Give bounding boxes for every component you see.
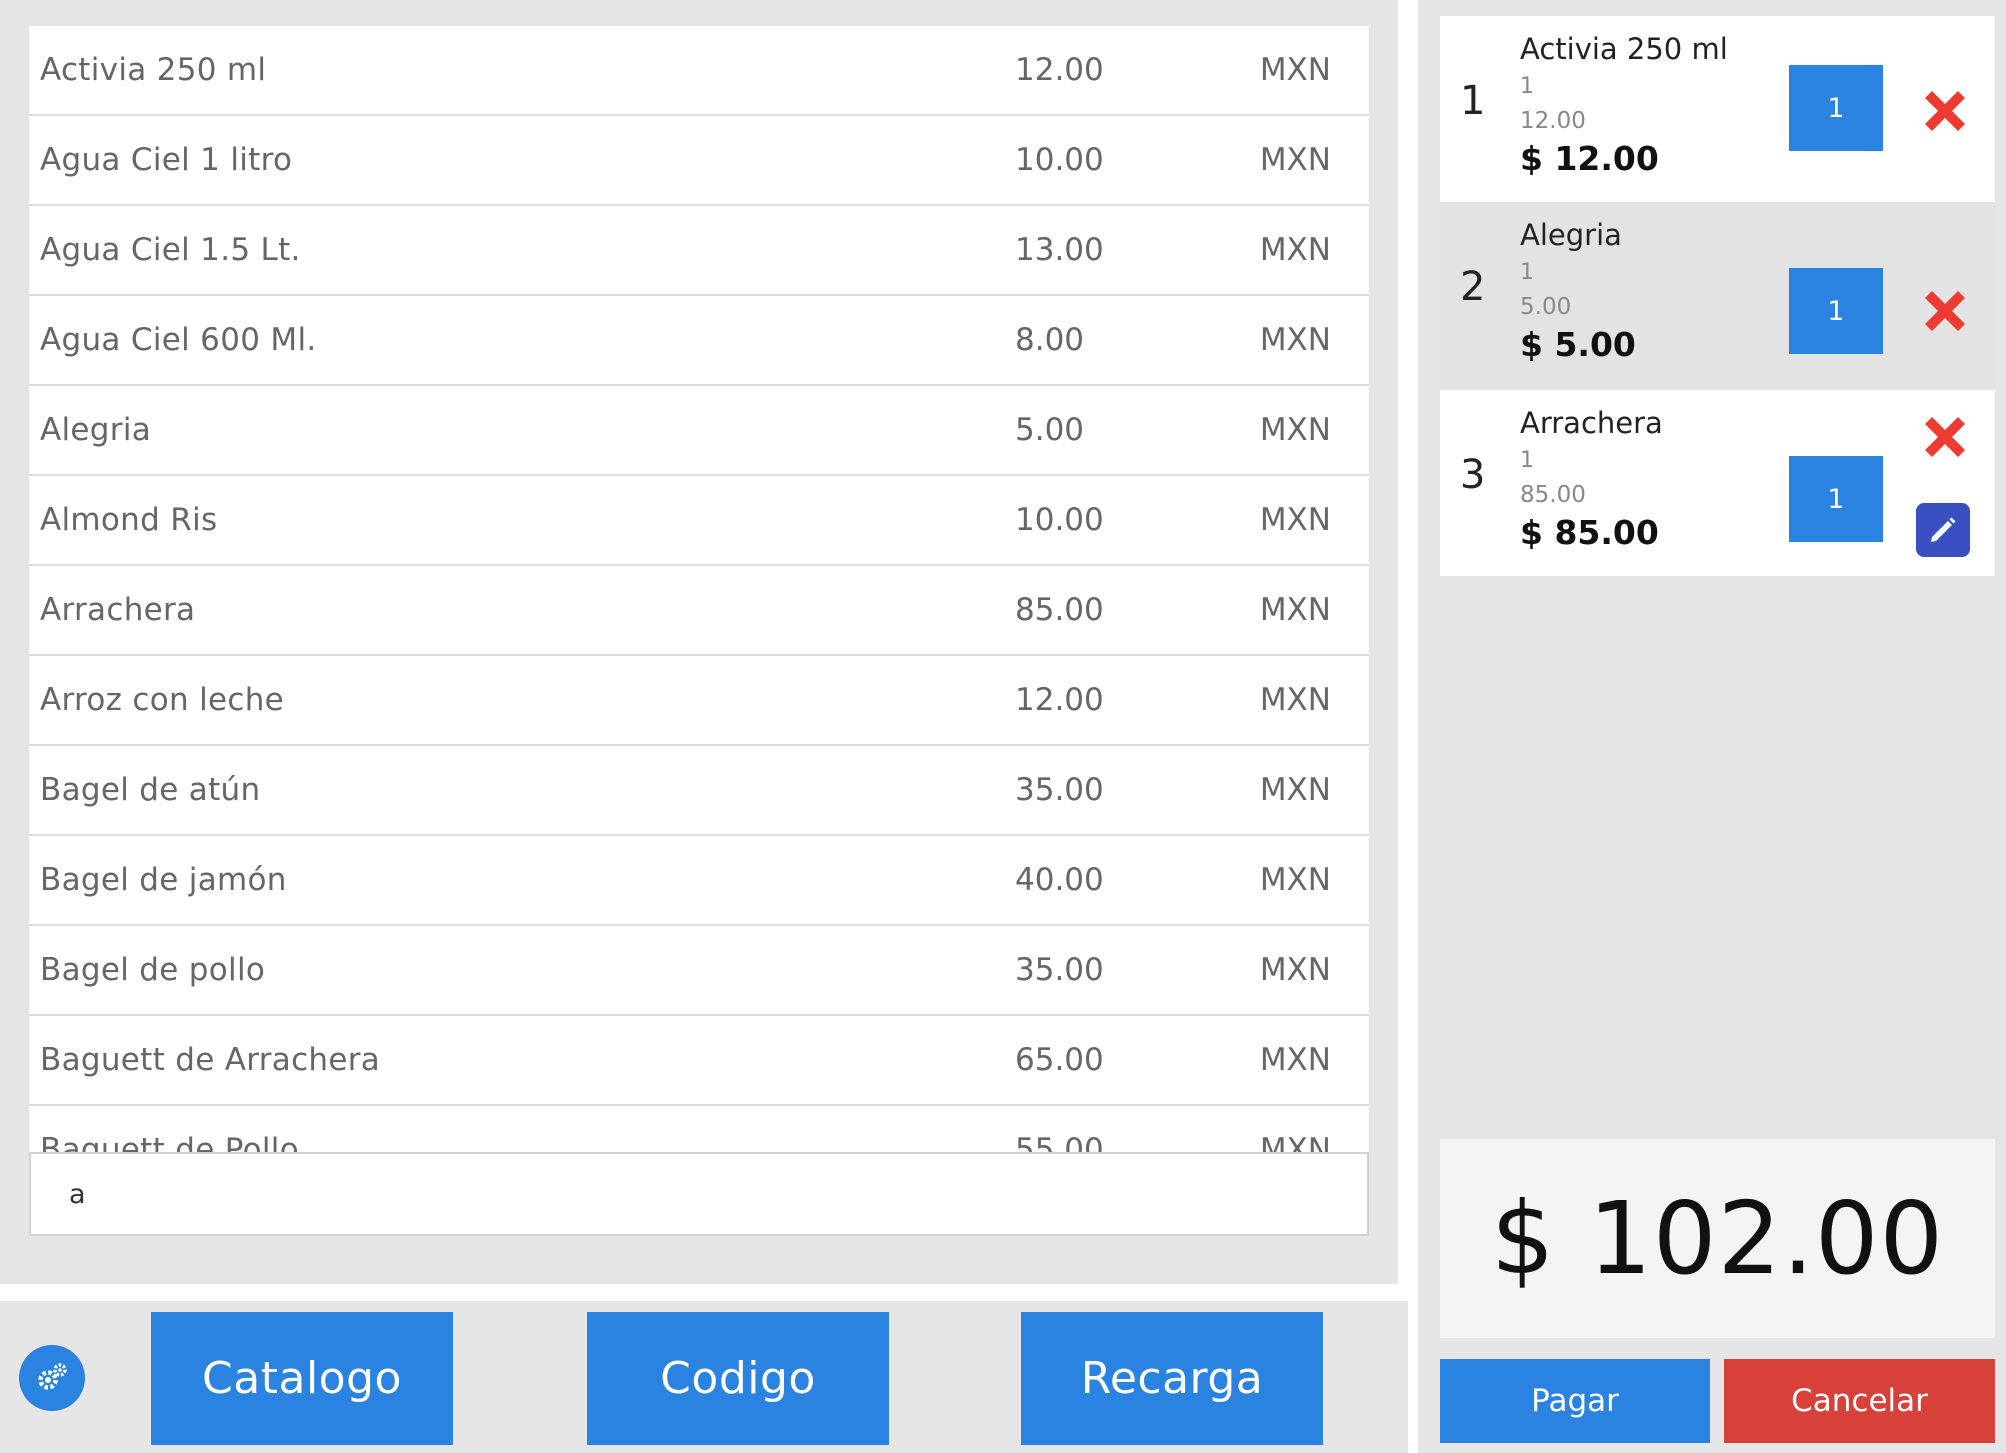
- codigo-button[interactable]: Codigo: [587, 1312, 889, 1445]
- cart-item[interactable]: 1 Activia 250 ml 1 12.00 $ 12.00 1: [1440, 16, 1995, 202]
- product-currency: MXN: [1259, 772, 1331, 808]
- product-name: Agua Ciel 1.5 Lt.: [40, 232, 301, 268]
- product-name: Arroz con leche: [40, 682, 285, 718]
- quantity-button[interactable]: 1: [1789, 268, 1883, 354]
- product-list[interactable]: Activia 250 ml 12.00 MXN Agua Ciel 1 lit…: [29, 26, 1369, 1152]
- product-currency: MXN: [1259, 412, 1331, 448]
- cart-item-qty: 1: [1520, 74, 1534, 99]
- delete-icon[interactable]: [1918, 284, 1972, 338]
- product-price: 40.00: [1015, 862, 1104, 898]
- product-price: 12.00: [1015, 52, 1104, 88]
- product-row[interactable]: Bagel de atún 35.00 MXN: [29, 746, 1369, 836]
- product-name: Activia 250 ml: [40, 52, 267, 88]
- product-name: Agua Ciel 1 litro: [40, 142, 293, 178]
- product-row[interactable]: Baguett de Pollo 55.00 MXN: [29, 1106, 1369, 1152]
- cart-item-unit-price: 5.00: [1520, 294, 1572, 320]
- product-price: 10.00: [1015, 142, 1104, 178]
- edit-button[interactable]: [1916, 503, 1970, 557]
- product-price: 55.00: [1015, 1132, 1104, 1152]
- product-name: Baguett de Arrachera: [40, 1042, 381, 1078]
- product-currency: MXN: [1259, 322, 1331, 358]
- cart-item-index: 1: [1460, 78, 1486, 124]
- product-price: 85.00: [1015, 592, 1104, 628]
- product-row[interactable]: Arrachera 85.00 MXN: [29, 566, 1369, 656]
- cart-item-name: Alegria: [1520, 218, 1622, 252]
- product-row[interactable]: Agua Ciel 1.5 Lt. 13.00 MXN: [29, 206, 1369, 296]
- catalogo-button[interactable]: Catalogo: [151, 1312, 453, 1445]
- cart-item-qty: 1: [1520, 260, 1534, 285]
- product-currency: MXN: [1259, 232, 1331, 268]
- product-price: 12.00: [1015, 682, 1104, 718]
- search-input[interactable]: [29, 1152, 1369, 1236]
- product-row[interactable]: Activia 250 ml 12.00 MXN: [29, 26, 1369, 116]
- product-row[interactable]: Baguett de Arrachera 65.00 MXN: [29, 1016, 1369, 1106]
- product-price: 35.00: [1015, 772, 1104, 808]
- product-row[interactable]: Bagel de jamón 40.00 MXN: [29, 836, 1369, 926]
- cart-item-total: $ 5.00: [1520, 325, 1636, 364]
- product-price: 5.00: [1015, 412, 1085, 448]
- delete-icon[interactable]: [1918, 84, 1972, 138]
- pay-button[interactable]: Pagar: [1440, 1359, 1710, 1443]
- product-name: Agua Ciel 600 Ml.: [40, 322, 317, 358]
- product-row[interactable]: Alegria 5.00 MXN: [29, 386, 1369, 476]
- cart-list: 1 Activia 250 ml 1 12.00 $ 12.00 1 2 Ale…: [1440, 16, 1995, 1120]
- cart-item-unit-price: 85.00: [1520, 482, 1586, 508]
- product-price: 8.00: [1015, 322, 1085, 358]
- cart-item-unit-price: 12.00: [1520, 108, 1586, 134]
- cart-item-index: 3: [1460, 452, 1486, 498]
- product-currency: MXN: [1259, 592, 1331, 628]
- product-currency: MXN: [1259, 862, 1331, 898]
- product-name: Baguett de Pollo: [40, 1132, 299, 1152]
- product-currency: MXN: [1259, 502, 1331, 538]
- product-price: 35.00: [1015, 952, 1104, 988]
- delete-icon[interactable]: [1918, 410, 1972, 464]
- product-currency: MXN: [1259, 1132, 1331, 1152]
- product-currency: MXN: [1259, 52, 1331, 88]
- product-name: Almond Ris: [40, 502, 218, 538]
- grand-total-box: $ 102.00: [1440, 1139, 1995, 1338]
- quantity-button[interactable]: 1: [1789, 65, 1883, 151]
- product-row[interactable]: Agua Ciel 600 Ml. 8.00 MXN: [29, 296, 1369, 386]
- cart-item-name: Arrachera: [1520, 406, 1663, 440]
- cart-item-qty: 1: [1520, 448, 1534, 473]
- quantity-button[interactable]: 1: [1789, 456, 1883, 542]
- cart-item-index: 2: [1460, 264, 1486, 310]
- product-currency: MXN: [1259, 682, 1331, 718]
- product-price: 65.00: [1015, 1042, 1104, 1078]
- product-currency: MXN: [1259, 952, 1331, 988]
- product-row[interactable]: Arroz con leche 12.00 MXN: [29, 656, 1369, 746]
- product-name: Bagel de pollo: [40, 952, 266, 988]
- cart-item-total: $ 12.00: [1520, 139, 1659, 178]
- cart-item[interactable]: 3 Arrachera 1 85.00 $ 85.00 1: [1440, 390, 1995, 576]
- product-price: 13.00: [1015, 232, 1104, 268]
- product-currency: MXN: [1259, 142, 1331, 178]
- pencil-icon: [1931, 517, 1956, 542]
- product-name: Bagel de jamón: [40, 862, 287, 898]
- cancel-button[interactable]: Cancelar: [1724, 1359, 1995, 1443]
- product-name: Arrachera: [40, 592, 196, 628]
- cart-item-name: Activia 250 ml: [1520, 32, 1728, 66]
- product-row[interactable]: Almond Ris 10.00 MXN: [29, 476, 1369, 566]
- grand-total: $ 102.00: [1490, 1180, 1945, 1297]
- product-currency: MXN: [1259, 1042, 1331, 1078]
- product-name: Alegria: [40, 412, 152, 448]
- gears-icon: [38, 1363, 67, 1390]
- recarga-button[interactable]: Recarga: [1021, 1312, 1323, 1445]
- settings-button[interactable]: [19, 1345, 85, 1411]
- cart-item[interactable]: 2 Alegria 1 5.00 $ 5.00 1: [1440, 202, 1995, 388]
- product-price: 10.00: [1015, 502, 1104, 538]
- cart-item-total: $ 85.00: [1520, 513, 1659, 552]
- product-row[interactable]: Bagel de pollo 35.00 MXN: [29, 926, 1369, 1016]
- product-row[interactable]: Agua Ciel 1 litro 10.00 MXN: [29, 116, 1369, 206]
- product-name: Bagel de atún: [40, 772, 261, 808]
